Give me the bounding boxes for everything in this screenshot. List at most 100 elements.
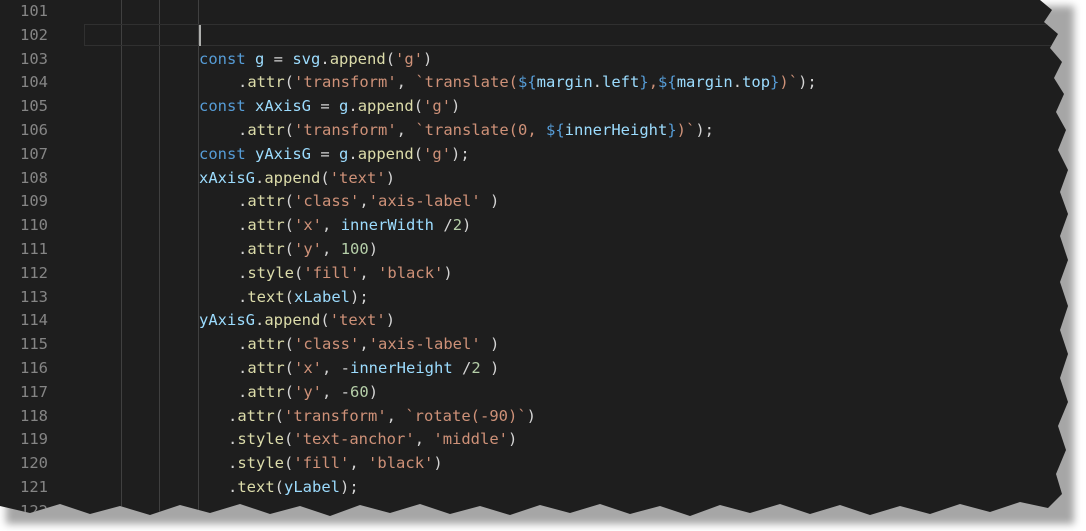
code-text: const yAxisG = g.append('g');: [199, 143, 470, 167]
code-token: ,: [386, 406, 406, 425]
code-token: (: [284, 121, 295, 139]
code-token: .: [320, 49, 330, 68]
code-token: const: [199, 144, 255, 163]
code-token: .: [592, 73, 603, 92]
code-line[interactable]: 116 .attr('x', -innerHeight /2 ): [0, 357, 1068, 381]
code-editor[interactable]: 101 102 103 const g = svg.append('g') 104 .at…: [0, 0, 1068, 516]
line-number: 103: [20, 49, 48, 68]
code-token: text: [237, 478, 275, 496]
code-token: /: [434, 216, 453, 235]
code-token: (: [385, 49, 396, 68]
code-line[interactable]: 113 .text(xLabel);: [0, 286, 1068, 310]
code-token: attr: [247, 216, 285, 235]
code-token: ,: [322, 240, 341, 258]
code-token: 'transform': [284, 406, 387, 425]
code-token: const: [199, 49, 255, 68]
code-line[interactable]: 103 const g = svg.append('g'): [0, 48, 1068, 72]
code-token: g: [339, 144, 349, 163]
code-token: )`: [676, 121, 696, 139]
code-token: ,: [396, 121, 416, 139]
code-line[interactable]: 101: [0, 0, 1068, 24]
code-token: 'x': [294, 359, 323, 377]
code-token: .: [238, 216, 248, 235]
code-token: `rotate(-90)`: [405, 406, 527, 425]
code-line[interactable]: 117 .attr('y', -60): [0, 381, 1068, 405]
code-line[interactable]: 107 const yAxisG = g.append('g');: [0, 143, 1068, 167]
code-token: 'g': [423, 97, 452, 116]
code-token: innerWidth: [340, 216, 435, 235]
code-text: .attr('class','axis-label' ): [238, 190, 499, 214]
code-token: ): [508, 430, 518, 449]
code-token: .: [238, 263, 248, 282]
code-line[interactable]: 120 .style('fill', 'black'): [0, 452, 1068, 476]
code-line[interactable]: 110 .attr('x', innerWidth /2): [0, 214, 1068, 238]
code-token: 'y': [294, 240, 323, 258]
code-token: innerHeight: [564, 121, 668, 139]
code-line[interactable]: 109 .attr('class','axis-label' ): [0, 190, 1068, 214]
code-token: (: [284, 359, 295, 377]
code-line[interactable]: 115 .attr('class','axis-label' ): [0, 333, 1068, 357]
code-line[interactable]: 114 yAxisG.append('text'): [0, 309, 1068, 333]
code-token: 'transform': [294, 121, 397, 139]
code-line[interactable]: 119 .style('text-anchor', 'middle'): [0, 428, 1068, 452]
code-token: innerHeight: [350, 359, 453, 377]
code-token: append: [264, 311, 321, 330]
code-token: 'axis-label': [368, 192, 481, 211]
code-token: 'class': [294, 192, 360, 211]
code-token: .: [732, 73, 743, 92]
code-token: append: [329, 49, 386, 68]
code-token: );: [340, 478, 359, 496]
code-token: .: [238, 192, 248, 211]
code-token: .: [238, 382, 248, 401]
code-line[interactable]: 108 xAxisG.append('text'): [0, 167, 1068, 191]
code-token: append: [357, 144, 414, 163]
code-token: attr: [247, 240, 285, 258]
code-token: ): [480, 359, 500, 377]
line-number: 101: [20, 2, 48, 20]
code-token: , -: [322, 382, 351, 401]
code-token: (: [284, 430, 294, 449]
code-token: attr: [247, 335, 285, 354]
code-line[interactable]: 105 const xAxisG = g.append('g'): [0, 95, 1068, 119]
code-line[interactable]: 121 .text(yLabel);: [0, 476, 1068, 500]
code-text: .attr('y', -60): [238, 381, 378, 405]
code-line[interactable]: 118 .attr('transform', `rotate(-90)`): [0, 405, 1068, 429]
code-token: ): [385, 311, 396, 330]
code-token: .: [228, 430, 238, 449]
code-token: `translate(: [415, 73, 518, 92]
code-token: 'y': [294, 382, 323, 401]
code-line[interactable]: 112 .style('fill', 'black'): [0, 262, 1068, 286]
code-text: .style('text-anchor', 'middle'): [228, 428, 517, 452]
line-number: 121: [20, 478, 48, 496]
code-token: attr: [247, 382, 285, 401]
line-number: 116: [20, 359, 48, 377]
code-token: style: [237, 454, 285, 473]
code-token: 'black': [368, 454, 434, 473]
code-token: ,: [359, 335, 369, 354]
code-line[interactable]: 111 .attr('y', 100): [0, 238, 1068, 262]
line-number: 119: [20, 430, 48, 449]
code-token: style: [237, 430, 285, 449]
code-token: 'text-anchor': [293, 430, 415, 449]
code-token: .: [348, 97, 358, 116]
code-line[interactable]: 106 .attr('transform', `translate(0, ${in…: [0, 119, 1068, 143]
code-token: ,: [349, 454, 369, 473]
code-token: `translate(0,: [415, 121, 546, 139]
code-token: 'fill': [303, 263, 360, 282]
code-token: g: [339, 97, 349, 116]
code-token: style: [247, 263, 295, 282]
line-number: 106: [20, 121, 48, 139]
code-token: append: [357, 97, 414, 116]
code-token: .: [238, 240, 248, 258]
code-token: ): [451, 97, 461, 116]
code-token: xLabel: [294, 287, 351, 306]
code-token: )`: [779, 73, 799, 92]
code-token: .: [228, 454, 238, 473]
line-number: 117: [20, 382, 48, 401]
code-line[interactable]: 102: [0, 24, 1068, 48]
code-token: attr: [247, 359, 285, 377]
code-token: ,: [359, 263, 379, 282]
line-number: 110: [20, 216, 48, 235]
code-text: .attr('transform', `translate(0, ${inner…: [238, 119, 714, 143]
code-line[interactable]: 104 .attr('transform', `translate(${margi…: [0, 71, 1068, 95]
